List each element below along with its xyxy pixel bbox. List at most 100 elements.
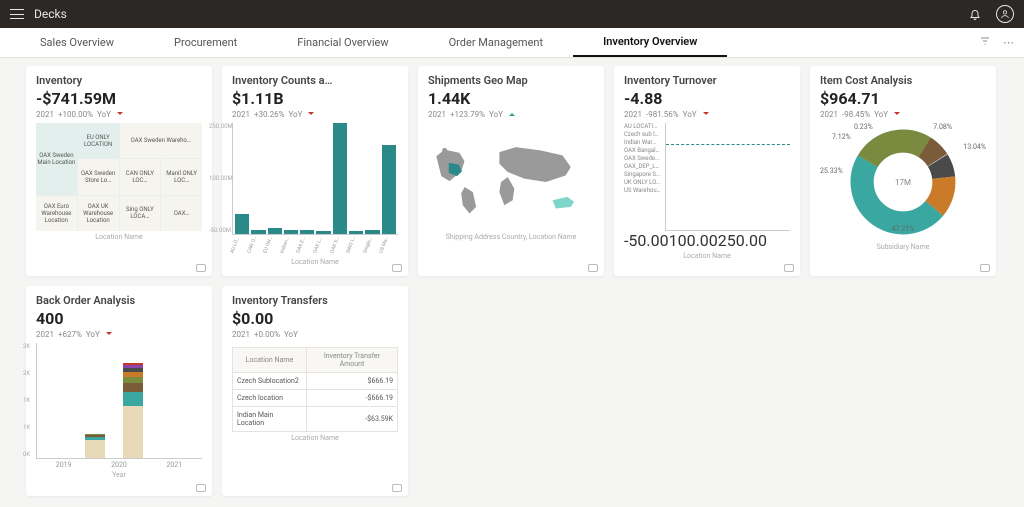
card-title: Item Cost Analysis <box>820 74 986 87</box>
card-caption: Year <box>36 471 202 479</box>
donut-slice-label: 7.12% <box>832 133 851 141</box>
treemap-cell: OAX Sweden Main Location <box>36 123 77 195</box>
expand-icon[interactable] <box>980 264 990 272</box>
trend-down-icon <box>115 110 123 119</box>
stacked-col <box>85 434 105 458</box>
bar <box>235 214 249 234</box>
card-metric: -4.88 <box>624 89 790 108</box>
treemap-cell: OAX Sweden Wareho… <box>120 123 203 158</box>
card-metric: -$741.59M <box>36 89 202 108</box>
card-geo-map[interactable]: Shipments Geo Map 1.44K 2021+123.79%YoY <box>418 66 604 276</box>
card-title: Back Order Analysis <box>36 294 202 307</box>
more-icon[interactable]: ⋯ <box>1003 36 1014 49</box>
card-caption: Location Name <box>232 258 398 266</box>
tab-inventory-overview[interactable]: Inventory Overview <box>573 28 727 57</box>
donut-slice-label: 13.04% <box>963 143 986 151</box>
bar <box>333 123 347 234</box>
avatar[interactable] <box>996 5 1014 23</box>
app-topbar: Decks <box>0 0 1024 28</box>
card-subtext: 2021+627%YoY <box>36 330 202 339</box>
card-transfers[interactable]: Inventory Transfers $0.00 2021+0.00%YoY … <box>222 286 408 496</box>
bar-chart: 250.00M100.00M-50.00M <box>232 123 398 235</box>
card-title: Inventory Transfers <box>232 294 398 307</box>
treemap-cell: OAX… <box>161 196 202 231</box>
donut-slice-label: 0.23% <box>854 123 873 131</box>
tab-procurement[interactable]: Procurement <box>144 28 267 57</box>
bar <box>365 230 379 234</box>
card-subtext: 2021+30.26%YoY <box>232 110 398 119</box>
card-back-order[interactable]: Back Order Analysis 400 2021+627%YoY 2K2… <box>26 286 212 496</box>
stacked-col <box>123 363 143 458</box>
treemap-cell: OAX Euro Warehouse Location <box>36 196 77 231</box>
bar <box>316 231 330 234</box>
expand-icon[interactable] <box>784 264 794 272</box>
card-subtext: 2021+123.79%YoY <box>428 110 594 119</box>
turnover-xticks: -50.00100.00250.00 <box>624 231 790 250</box>
treemap: OAX Sweden Main Location EU ONLY LOCATIO… <box>36 123 202 231</box>
bar <box>349 231 363 234</box>
tab-order-management[interactable]: Order Management <box>419 28 574 57</box>
card-inventory[interactable]: Inventory -$741.59M 2021 +100.00% YoY OA… <box>26 66 212 276</box>
turnover-list: AU LOCATI…Czech sub l…Indian War…OAX Ban… <box>624 123 661 231</box>
expand-icon[interactable] <box>196 264 206 272</box>
tab-strip: Sales Overview Procurement Financial Ove… <box>0 28 1024 58</box>
trend-down-icon <box>104 330 112 339</box>
tab-financial-overview[interactable]: Financial Overview <box>267 28 418 57</box>
card-title: Inventory Turnover <box>624 74 790 87</box>
card-caption: Location Name <box>624 252 790 260</box>
bar <box>382 145 396 234</box>
card-caption: Shipping Address Country, Location Name <box>428 233 594 241</box>
table-row: Indian Main Location-$63.59K <box>233 407 398 432</box>
expand-icon[interactable] <box>196 484 206 492</box>
card-subtext: 2021-981.56%YoY <box>624 110 790 119</box>
stacked-x-labels: 201920202021 <box>36 461 202 469</box>
donut-chart: 17M 0.23% 7.12% 7.08% 13.04% 47.21% 25.3… <box>820 123 986 241</box>
app-title: Decks <box>34 7 67 21</box>
notifications-icon[interactable] <box>966 5 984 23</box>
card-caption: Location Name <box>36 233 202 241</box>
bar <box>284 230 298 234</box>
card-subtext: 2021+0.00%YoY <box>232 330 398 339</box>
card-inventory-counts[interactable]: Inventory Counts a… $1.11B 2021+30.26%Yo… <box>222 66 408 276</box>
bar-x-labels: AU LO…CAN O…EU ON…Indian…OAX E…OAX L…OAX… <box>232 237 398 256</box>
card-item-cost[interactable]: Item Cost Analysis $964.71 2021-98.45%Yo… <box>810 66 996 276</box>
world-map <box>428 123 594 231</box>
treemap-cell: CAN ONLY LOC… <box>120 159 161 194</box>
donut-slice-label: 47.21% <box>892 225 915 233</box>
treemap-cell: OAX UK Warehouse Location <box>78 196 119 231</box>
tab-sales-overview[interactable]: Sales Overview <box>10 28 144 57</box>
card-title: Inventory <box>36 74 202 87</box>
hamburger-icon[interactable] <box>10 9 24 19</box>
card-metric: 1.44K <box>428 89 594 108</box>
donut-center-label: 17M <box>895 178 911 187</box>
donut-slice-label: 7.08% <box>933 123 952 131</box>
table-row: Czech location-$666.19 <box>233 390 398 407</box>
card-metric: $0.00 <box>232 309 398 328</box>
card-turnover[interactable]: Inventory Turnover -4.88 2021-981.56%YoY… <box>614 66 800 276</box>
trend-down-icon <box>892 110 900 119</box>
donut-slice-label: 25.33% <box>820 167 843 175</box>
expand-icon[interactable] <box>392 484 402 492</box>
card-metric: 400 <box>36 309 202 328</box>
turnover-plot <box>665 123 790 231</box>
trend-down-icon <box>306 110 314 119</box>
dashboard-grid: Inventory -$741.59M 2021 +100.00% YoY OA… <box>0 58 1024 504</box>
treemap-cell: Sing ONLY LOCA… <box>120 196 161 231</box>
bar <box>300 230 314 234</box>
transfers-table: Location Name Inventory Transfer Amount … <box>232 347 398 432</box>
table-row: Czech Sublocation2$666.19 <box>233 373 398 390</box>
stacked-bar-chart: 2K2K1K1K0K <box>36 343 202 459</box>
card-caption: Subsidiary Name <box>820 243 986 251</box>
treemap-cell: EU ONLY LOCATION <box>78 123 119 158</box>
table-header: Location Name <box>233 348 307 373</box>
expand-icon[interactable] <box>588 264 598 272</box>
card-subtext: 2021 +100.00% YoY <box>36 110 202 119</box>
treemap-cell: OAX Sweden Store Lo… <box>78 159 119 194</box>
expand-icon[interactable] <box>392 264 402 272</box>
bar <box>268 228 282 234</box>
trend-up-icon <box>507 110 515 119</box>
card-metric: $964.71 <box>820 89 986 108</box>
filter-icon[interactable] <box>979 35 991 50</box>
bar <box>251 230 265 234</box>
trend-down-icon <box>701 110 709 119</box>
